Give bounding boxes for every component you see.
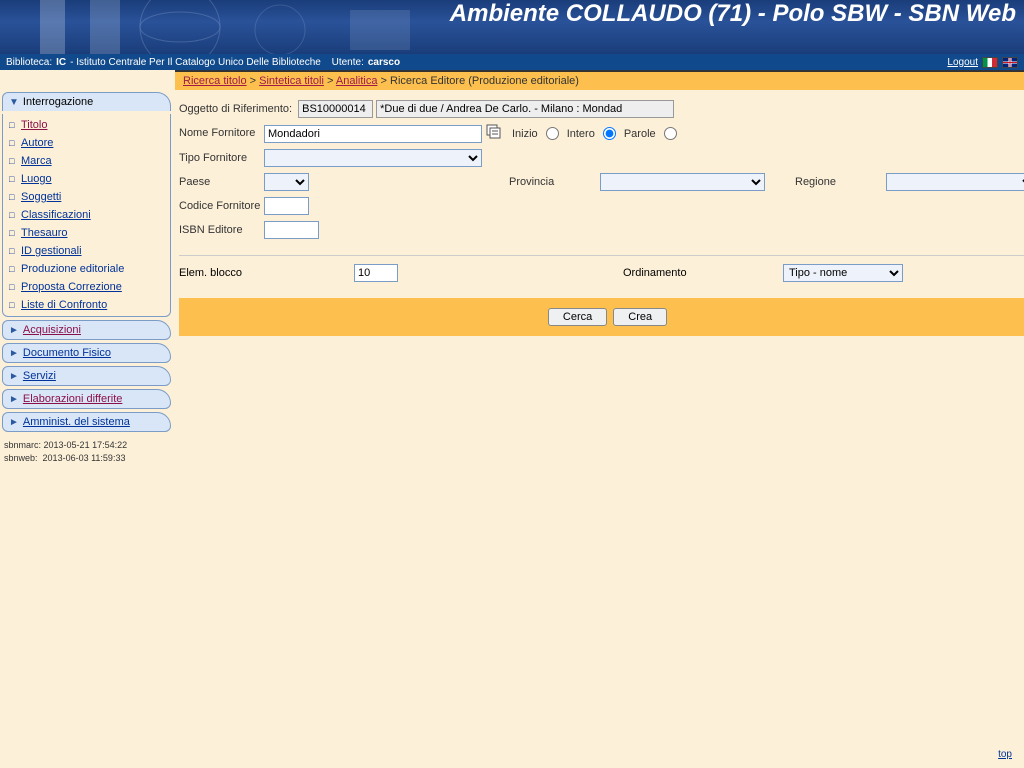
breadcrumb: Ricerca titolo > Sintetica titoli > Anal… <box>175 70 1024 90</box>
menu-items: Titolo Autore Marca Luogo Soggetti Class… <box>2 114 171 317</box>
biblioteca-label: Biblioteca: <box>6 57 52 68</box>
isbn-label: ISBN Editore <box>179 224 264 236</box>
list-icon[interactable] <box>486 124 502 143</box>
paese-label: Paese <box>179 176 258 188</box>
section-amminist[interactable]: ►Amminist. del sistema <box>2 412 171 432</box>
regione-label: Regione <box>795 176 880 188</box>
ordinamento-label: Ordinamento <box>623 267 723 279</box>
oggetto-label: Oggetto di Riferimento: <box>179 103 292 115</box>
arrow-right-icon: ► <box>9 394 19 405</box>
nome-label: Nome Fornitore <box>179 127 264 139</box>
arrow-right-icon: ► <box>9 325 19 336</box>
codice-label: Codice Fornitore <box>179 200 264 212</box>
action-bar: Cerca Crea <box>179 298 1024 336</box>
oggetto-desc-input <box>376 100 674 118</box>
tipo-select[interactable] <box>264 149 482 167</box>
logout-link[interactable]: Logout <box>947 57 978 68</box>
section-documento[interactable]: ►Documento Fisico <box>2 343 171 363</box>
regione-select[interactable] <box>886 173 1024 191</box>
codice-input[interactable] <box>264 197 309 215</box>
app-header: Ambiente COLLAUDO (71) - Polo SBW - SBN … <box>0 0 1024 54</box>
flag-it-icon[interactable] <box>982 57 998 68</box>
section-acquisizioni[interactable]: ►Acquisizioni <box>2 320 171 340</box>
section-interrogazione[interactable]: ▼Interrogazione <box>2 92 171 111</box>
parole-label: Parole <box>624 128 656 140</box>
parole-radio[interactable] <box>664 127 677 140</box>
sidebar-item-produzione[interactable]: Produzione editoriale <box>3 260 170 278</box>
section-servizi[interactable]: ►Servizi <box>2 366 171 386</box>
crea-button[interactable]: Crea <box>613 308 667 326</box>
isbn-input[interactable] <box>264 221 319 239</box>
utente-label: Utente: <box>332 57 364 68</box>
crumb-ricerca-titolo[interactable]: Ricerca titolo <box>183 75 247 87</box>
provincia-label: Provincia <box>509 176 594 188</box>
header-decoration <box>0 0 450 54</box>
inizio-label: Inizio <box>512 128 538 140</box>
sidebar: ▼Interrogazione Titolo Autore Marca Luog… <box>0 90 175 468</box>
inizio-radio[interactable] <box>546 127 559 140</box>
top-link[interactable]: top <box>998 749 1012 760</box>
arrow-down-icon: ▼ <box>9 97 19 108</box>
tipo-label: Tipo Fornitore <box>179 152 264 164</box>
cerca-button[interactable]: Cerca <box>548 308 607 326</box>
provincia-select[interactable] <box>600 173 765 191</box>
sidebar-item-thesauro[interactable]: Thesauro <box>3 224 170 242</box>
sidebar-item-autore[interactable]: Autore <box>3 134 170 152</box>
info-bar: Biblioteca: IC - Istituto Centrale Per I… <box>0 54 1024 70</box>
nome-input[interactable] <box>264 125 482 143</box>
oggetto-code-input <box>298 100 373 118</box>
biblioteca-code: IC <box>56 57 66 68</box>
sidebar-item-luogo[interactable]: Luogo <box>3 170 170 188</box>
biblioteca-name: - Istituto Centrale Per Il Catalogo Unic… <box>70 57 321 68</box>
sidebar-item-classificazioni[interactable]: Classificazioni <box>3 206 170 224</box>
sidebar-item-titolo[interactable]: Titolo <box>3 116 170 134</box>
crumb-analitica[interactable]: Analitica <box>336 75 378 87</box>
intero-radio[interactable] <box>603 127 616 140</box>
header-title: Ambiente COLLAUDO (71) - Polo SBW - SBN … <box>450 0 1016 28</box>
elem-blocco-input[interactable] <box>354 264 398 282</box>
sidebar-item-liste[interactable]: Liste di Confronto <box>3 296 170 314</box>
ordinamento-select[interactable]: Tipo - nome <box>783 264 903 282</box>
flag-en-icon[interactable] <box>1002 57 1018 68</box>
main-content: Oggetto di Riferimento: Nome Fornitore I… <box>175 90 1024 468</box>
crumb-sintetica[interactable]: Sintetica titoli <box>259 75 324 87</box>
section-elaborazioni[interactable]: ►Elaborazioni differite <box>2 389 171 409</box>
arrow-right-icon: ► <box>9 371 19 382</box>
match-radio-group: Inizio Intero Parole <box>512 127 677 140</box>
sidebar-item-id-gestionali[interactable]: ID gestionali <box>3 242 170 260</box>
elem-blocco-label: Elem. blocco <box>179 267 354 279</box>
sidebar-item-proposta[interactable]: Proposta Correzione <box>3 278 170 296</box>
crumb-current: Ricerca Editore (Produzione editoriale) <box>390 75 579 87</box>
arrow-right-icon: ► <box>9 417 19 428</box>
timestamps: sbnmarc: 2013-05-21 17:54:22 sbnweb: 201… <box>2 435 171 468</box>
utente-value: carsco <box>368 57 400 68</box>
sidebar-item-marca[interactable]: Marca <box>3 152 170 170</box>
paese-select[interactable] <box>264 173 309 191</box>
intero-label: Intero <box>567 128 595 140</box>
arrow-right-icon: ► <box>9 348 19 359</box>
sidebar-item-soggetti[interactable]: Soggetti <box>3 188 170 206</box>
